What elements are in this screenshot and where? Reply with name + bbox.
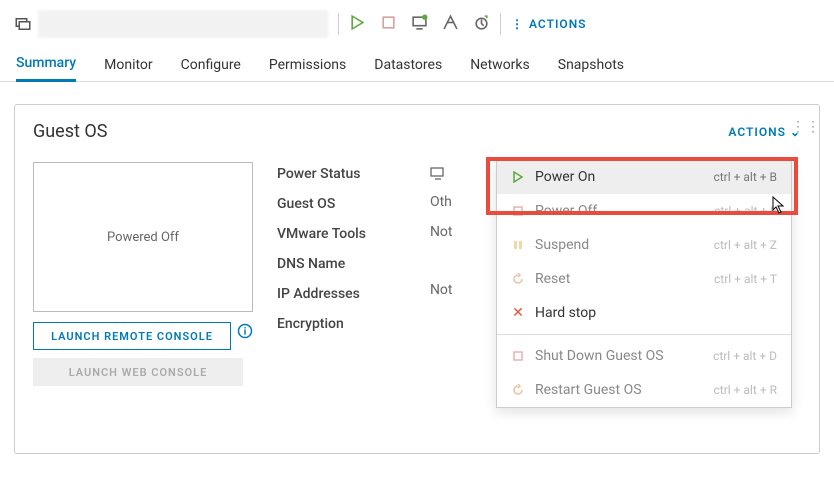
label-ip-addresses: IP Addresses (277, 286, 366, 302)
actions-top-label: ACTIONS (529, 17, 587, 31)
label-power-status: Power Status (277, 166, 366, 182)
separator (338, 13, 339, 35)
menu-item-label: Power On (535, 169, 703, 185)
console-column: Powered Off LAUNCH REMOTE CONSOLE LAUNCH… (33, 162, 253, 386)
console-icon[interactable] (411, 14, 428, 35)
tab-permissions[interactable]: Permissions (269, 49, 346, 81)
stop-icon[interactable] (380, 14, 397, 35)
menu-item-shortcut: ctrl + alt + D (713, 349, 777, 363)
vm-icon (14, 15, 32, 33)
snapshot-icon[interactable] (473, 14, 490, 35)
menu-item-label: Reset (535, 271, 704, 287)
tab-networks[interactable]: Networks (470, 49, 530, 81)
menu-item-label: Restart Guest OS (535, 382, 704, 398)
play-icon[interactable] (349, 14, 366, 35)
power-actions-menu: Power On ctrl + alt + B Power Off ctrl +… (496, 159, 792, 408)
console-preview[interactable]: Powered Off (33, 162, 253, 312)
menu-power-on[interactable]: Power On ctrl + alt + B (497, 160, 791, 194)
menu-item-label: Suspend (535, 237, 704, 253)
tab-configure[interactable]: Configure (181, 49, 241, 81)
tab-monitor[interactable]: Monitor (104, 49, 153, 81)
tab-datastores[interactable]: Datastores (374, 49, 442, 81)
drag-handle-icon[interactable]: ⋮⋮ (791, 119, 821, 135)
menu-item-label: Hard stop (535, 305, 767, 321)
menu-power-off: Power Off ctrl + alt + E (497, 194, 791, 228)
launch-remote-console-button[interactable]: LAUNCH REMOTE CONSOLE (33, 322, 231, 350)
vm-title-redacted (38, 10, 328, 38)
menu-reset: Reset ctrl + alt + T (497, 262, 791, 296)
top-toolbar: ⋮ ACTIONS (0, 0, 834, 48)
label-vmware-tools: VMware Tools (277, 226, 366, 242)
tool-icons-group (349, 14, 490, 35)
value-encryption: Not (430, 282, 453, 298)
info-icon[interactable] (237, 323, 253, 339)
menu-item-label: Shut Down Guest OS (535, 348, 703, 364)
menu-restart-guest: Restart Guest OS ctrl + alt + R (497, 373, 791, 407)
menu-item-shortcut: ctrl + alt + Z (714, 238, 777, 252)
reset-icon (511, 273, 525, 285)
value-power-status (430, 166, 453, 180)
labels-column: Power Status Guest OS VMware Tools DNS N… (277, 162, 366, 386)
dots-icon: ⋮ (511, 17, 523, 31)
stop-icon (511, 350, 525, 362)
card-title: Guest OS (33, 121, 107, 142)
reset-icon (511, 384, 525, 396)
migrate-icon[interactable] (442, 14, 459, 35)
play-icon (511, 171, 525, 183)
card-header: Guest OS ACTIONS ⌄ (33, 121, 801, 142)
tab-bar: Summary Monitor Configure Permissions Da… (0, 48, 834, 82)
menu-item-shortcut: ctrl + alt + R (714, 383, 777, 397)
tab-summary[interactable]: Summary (16, 47, 76, 82)
values-column: Oth Not Not (430, 162, 453, 386)
launch-web-console-button: LAUNCH WEB CONSOLE (33, 358, 243, 386)
menu-item-shortcut: ctrl + alt + T (714, 272, 777, 286)
card-actions-label: ACTIONS (728, 125, 786, 139)
value-guest-os: Oth (430, 194, 453, 210)
menu-hard-stop[interactable]: ✕ Hard stop (497, 296, 791, 330)
menu-suspend: Suspend ctrl + alt + Z (497, 228, 791, 262)
tab-snapshots[interactable]: Snapshots (558, 49, 624, 81)
label-dns-name: DNS Name (277, 256, 366, 272)
menu-item-label: Power Off (535, 203, 704, 219)
actions-top-button[interactable]: ⋮ ACTIONS (511, 17, 587, 31)
menu-item-shortcut: ctrl + alt + E (714, 204, 777, 218)
menu-item-shortcut: ctrl + alt + B (713, 170, 777, 184)
x-icon: ✕ (511, 305, 525, 321)
label-encryption: Encryption (277, 316, 366, 332)
separator (500, 13, 501, 35)
value-vmware-tools: Not (430, 224, 453, 240)
stop-icon (511, 205, 525, 217)
console-status-text: Powered Off (107, 230, 179, 245)
menu-shutdown-guest: Shut Down Guest OS ctrl + alt + D (497, 339, 791, 373)
separator (497, 334, 791, 335)
pause-icon (511, 239, 525, 251)
label-guest-os: Guest OS (277, 196, 366, 212)
